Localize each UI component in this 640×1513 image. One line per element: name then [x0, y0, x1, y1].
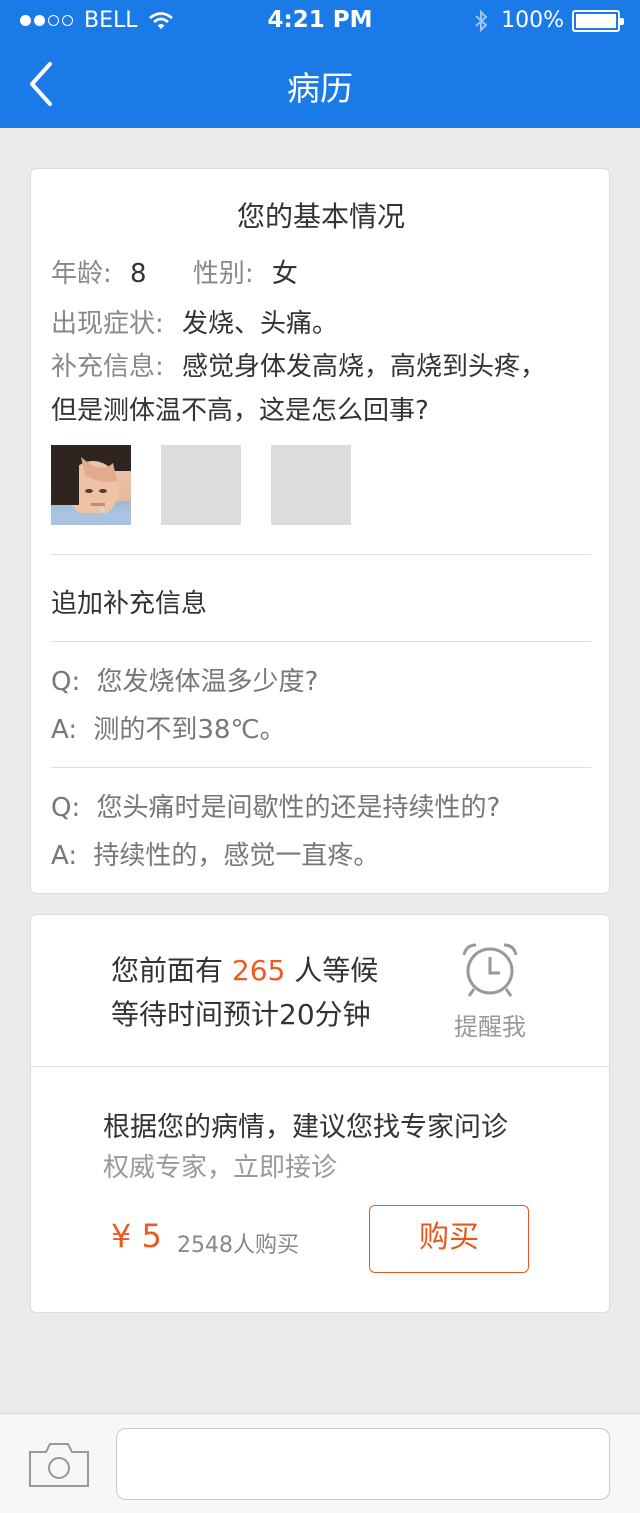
- q-prefix: Q:: [51, 793, 81, 823]
- divider: [51, 641, 591, 642]
- divider: [31, 1066, 611, 1067]
- symptom-row: 出现症状: 发烧、头痛。: [51, 303, 338, 340]
- a-prefix: A:: [51, 841, 78, 871]
- extra-info-line2: 但是测体温不高，这是怎么回事?: [51, 396, 429, 426]
- page-title: 病历: [287, 69, 353, 108]
- navigation-bar: 病历: [0, 40, 640, 128]
- extra-info-row: 补充信息: 感觉身体发高烧，高烧到头疼， 但是测体温不高，这是怎么回事?: [51, 345, 546, 433]
- attachment-thumbnails: [51, 445, 381, 525]
- buy-button[interactable]: 购买: [369, 1205, 529, 1273]
- queue-info: 您前面有 265 人等候 等待时间预计20分钟: [111, 949, 378, 1037]
- app-header: BELL 4:21 PM 100% 病历: [0, 0, 640, 128]
- basic-info-title: 您的基本情况: [236, 200, 405, 233]
- remind-me-label: 提醒我: [454, 1013, 526, 1041]
- q-prefix: Q:: [51, 667, 81, 697]
- status-right: 100%: [473, 8, 624, 33]
- remind-me-button[interactable]: 提醒我: [451, 941, 529, 1042]
- expert-suggestion-title: 根据您的病情，建议您找专家问诊: [103, 1112, 508, 1143]
- symptom-value: 发烧、头痛。: [182, 309, 339, 339]
- queue-before-text: 您前面有: [111, 954, 224, 987]
- qa-question-1: Q: 您发烧体温多少度?: [51, 661, 318, 698]
- queue-after-text: 人等候: [294, 954, 379, 987]
- additional-info-title: 追加补充信息: [51, 589, 208, 619]
- divider: [51, 554, 591, 555]
- answer-text: 持续性的，感觉一直疼。: [93, 841, 380, 871]
- extra-info-line1: 感觉身体发高烧，高烧到头疼，: [182, 352, 547, 382]
- battery-percent: 100%: [501, 8, 564, 33]
- wait-time-text: 等待时间预计20分钟: [111, 998, 371, 1031]
- patient-photo-thumbnail[interactable]: [51, 445, 131, 525]
- question-text: 您头痛时是间歇性的还是持续性的?: [96, 793, 501, 823]
- qa-question-2: Q: 您头痛时是间歇性的还是持续性的?: [51, 787, 500, 824]
- bluetooth-icon: [475, 9, 488, 32]
- medical-record-card: 您的基本情况 年龄: 8 性别: 女 出现症状: 发烧、头痛。 补充信息: 感觉…: [30, 168, 610, 894]
- price: ¥ 5: [111, 1217, 162, 1255]
- bottom-input-bar: [0, 1413, 640, 1513]
- symptom-label: 出现症状:: [51, 309, 164, 339]
- message-input[interactable]: [116, 1428, 610, 1500]
- question-text: 您发烧体温多少度?: [96, 667, 319, 697]
- queue-count: 265: [231, 954, 286, 987]
- expert-suggestion-subtitle: 权威专家，立即接诊: [103, 1153, 338, 1183]
- image-placeholder-2[interactable]: [271, 445, 351, 525]
- age-value: 8: [130, 259, 147, 289]
- alarm-clock-icon: [462, 943, 518, 997]
- sold-count: 2548人购买: [177, 1233, 299, 1258]
- qa-answer-2: A: 持续性的，感觉一直疼。: [51, 835, 379, 872]
- image-placeholder-1[interactable]: [161, 445, 241, 525]
- consultation-card: 您前面有 265 人等候 等待时间预计20分钟 提醒我 根据您的病情，建议您找专…: [30, 914, 611, 1313]
- gender-value: 女: [271, 259, 298, 289]
- status-bar: BELL 4:21 PM 100%: [0, 0, 640, 40]
- a-prefix: A:: [51, 715, 78, 745]
- extra-info-label: 补充信息:: [51, 352, 164, 382]
- gender-label: 性别:: [192, 259, 254, 289]
- qa-answer-1: A: 测的不到38℃。: [51, 709, 286, 746]
- camera-icon[interactable]: [28, 1440, 90, 1488]
- age-label: 年龄:: [51, 259, 112, 289]
- answer-text: 测的不到38℃。: [93, 715, 286, 745]
- battery-icon: [572, 9, 624, 32]
- age-gender-row: 年龄: 8 性别: 女: [51, 253, 298, 290]
- divider: [51, 767, 591, 768]
